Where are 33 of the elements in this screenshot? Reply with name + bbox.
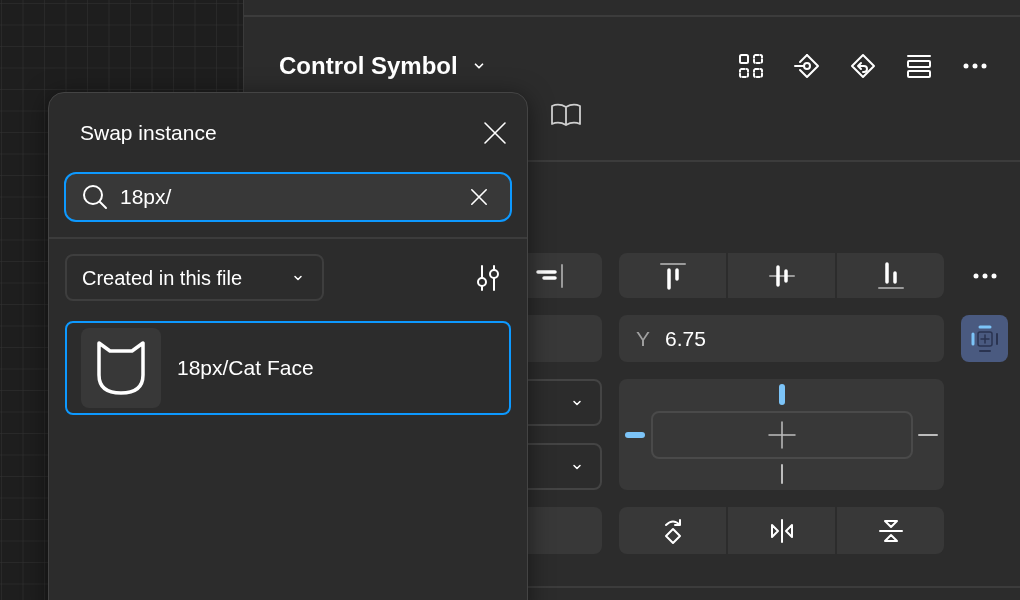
align-middle-button[interactable]	[728, 253, 835, 298]
popup-title: Swap instance	[80, 120, 217, 147]
search-icon	[82, 184, 108, 210]
constraint-toggle[interactable]	[961, 315, 1008, 362]
filter-sliders-icon[interactable]	[474, 263, 502, 292]
flip-vertical-button[interactable]	[837, 507, 944, 554]
y-label: Y	[636, 325, 650, 352]
plus-icon	[766, 419, 797, 450]
align-top-button[interactable]	[619, 253, 726, 298]
align-bottom-button[interactable]	[837, 253, 944, 298]
align-bottom-icon	[876, 261, 905, 290]
book-icon[interactable]	[550, 102, 582, 128]
diamond-target-icon[interactable]	[794, 53, 820, 79]
align-top-icon	[658, 261, 687, 290]
component-title[interactable]: Control Symbol	[279, 48, 486, 84]
result-label: 18px/Cat Face	[177, 355, 314, 382]
diamond-return-icon[interactable]	[850, 53, 876, 79]
y-value: 6.75	[665, 325, 706, 352]
stack-layout-icon[interactable]	[906, 53, 932, 79]
flip-horizontal-button[interactable]	[728, 507, 835, 554]
cat-face-icon	[95, 339, 147, 397]
y-position-field[interactable]: Y 6.75	[619, 315, 944, 362]
top-constraint[interactable]	[779, 384, 785, 405]
source-dropdown[interactable]: Created in this file	[65, 254, 324, 301]
left-constraint[interactable]	[625, 432, 645, 438]
search-input[interactable]: 18px/	[120, 181, 458, 213]
result-item[interactable]: 18px/Cat Face	[65, 321, 511, 415]
align-right-icon	[536, 262, 564, 289]
close-icon[interactable]	[483, 121, 507, 145]
component-grid-icon[interactable]	[738, 53, 764, 79]
clear-icon[interactable]	[470, 188, 488, 206]
rotate-button[interactable]	[619, 507, 726, 554]
search-field[interactable]: 18px/	[64, 172, 512, 222]
